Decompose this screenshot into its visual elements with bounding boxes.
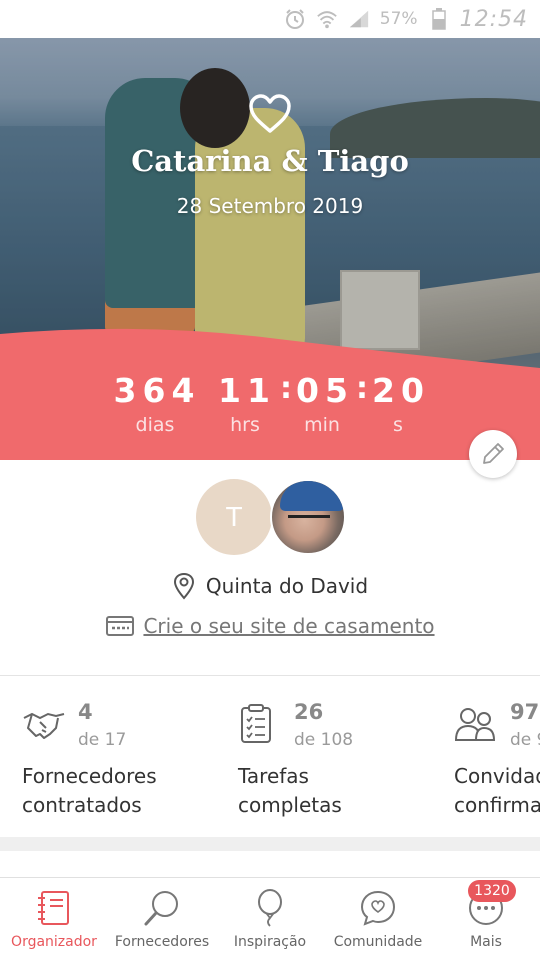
balloon-icon bbox=[250, 888, 290, 928]
countdown-separator: : bbox=[356, 371, 368, 406]
nav-fornecedores[interactable]: Fornecedores bbox=[108, 878, 216, 960]
partner-avatar-photo[interactable] bbox=[270, 479, 346, 555]
heart-outline-icon bbox=[249, 94, 291, 133]
stat-tasks[interactable]: 26 de 108 Tarefas completas bbox=[238, 696, 438, 826]
nav-inspiracao-label: Inspiração bbox=[233, 934, 307, 950]
pencil-icon bbox=[483, 443, 504, 464]
stat-tasks-total: de 108 bbox=[294, 730, 354, 750]
partner-avatar-initial[interactable]: T bbox=[196, 479, 272, 555]
guests-icon bbox=[454, 708, 496, 741]
stat-guests[interactable]: 97 de 9 Convidad confirma bbox=[454, 696, 540, 826]
countdown-seconds: 20 bbox=[372, 371, 430, 410]
countdown-minutes: 05 bbox=[296, 371, 354, 410]
countdown-days-label: dias bbox=[135, 414, 175, 436]
battery-percent: 57% bbox=[379, 9, 418, 29]
signal-icon bbox=[348, 8, 370, 30]
countdown-separator: : bbox=[280, 371, 292, 406]
bottom-navigation: Organizador Fornecedores Inspiração Comu… bbox=[0, 877, 540, 960]
wifi-icon bbox=[316, 8, 338, 30]
nav-mais-label: Mais bbox=[470, 934, 502, 950]
stat-vendors-label: Fornecedores contratados bbox=[22, 764, 157, 817]
wedding-date: 28 Setembro 2019 bbox=[176, 194, 364, 218]
create-site-link[interactable]: Crie o seu site de casamento bbox=[0, 614, 540, 638]
battery-icon bbox=[428, 8, 450, 30]
section-divider bbox=[0, 675, 540, 676]
hero-banner: Catarina & Tiago 28 Setembro 2019 364 11… bbox=[0, 38, 540, 460]
nav-comunidade-label: Comunidade bbox=[333, 934, 423, 950]
nav-organizador-label: Organizador bbox=[11, 934, 97, 950]
nav-inspiracao[interactable]: Inspiração bbox=[216, 878, 324, 960]
countdown-days: 364 bbox=[113, 371, 201, 410]
countdown-hours: 11 bbox=[218, 371, 276, 410]
nav-organizador[interactable]: Organizador bbox=[0, 878, 108, 960]
venue-row[interactable]: Quinta do David bbox=[0, 572, 540, 600]
stat-vendors-total: de 17 bbox=[78, 730, 127, 750]
website-icon bbox=[106, 616, 135, 636]
venue-name: Quinta do David bbox=[205, 574, 369, 598]
nav-comunidade[interactable]: Comunidade bbox=[324, 878, 432, 960]
stat-tasks-label: Tarefas completas bbox=[238, 764, 342, 817]
checklist-icon bbox=[241, 704, 271, 743]
notebook-icon bbox=[34, 888, 74, 928]
stat-vendors[interactable]: 4 de 17 Fornecedores contratados bbox=[22, 696, 222, 826]
countdown-minutes-label: min bbox=[304, 414, 340, 436]
stat-guests-total: de 9 bbox=[510, 730, 540, 750]
search-icon bbox=[142, 888, 182, 928]
nav-fornecedores-label: Fornecedores bbox=[114, 934, 210, 950]
couple-names: Catarina & Tiago bbox=[131, 144, 409, 178]
alarm-icon bbox=[284, 8, 306, 30]
countdown-hours-label: hrs bbox=[230, 414, 260, 436]
countdown-seconds-label: s bbox=[393, 414, 403, 436]
status-time: 12:54 bbox=[459, 6, 528, 32]
create-site-text: Crie o seu site de casamento bbox=[143, 614, 435, 638]
chat-heart-icon bbox=[358, 888, 398, 928]
handshake-icon bbox=[23, 712, 65, 739]
edit-button[interactable] bbox=[469, 430, 517, 478]
stat-tasks-count: 26 bbox=[294, 700, 324, 724]
location-pin-icon bbox=[173, 572, 194, 600]
stat-guests-count: 97 bbox=[510, 700, 540, 724]
section-separator bbox=[0, 837, 540, 851]
stat-vendors-count: 4 bbox=[78, 700, 93, 724]
stat-guests-label: Convidad confirma bbox=[454, 764, 540, 817]
status-bar: 57% 12:54 bbox=[0, 0, 540, 38]
notification-badge: 1320 bbox=[468, 880, 516, 902]
